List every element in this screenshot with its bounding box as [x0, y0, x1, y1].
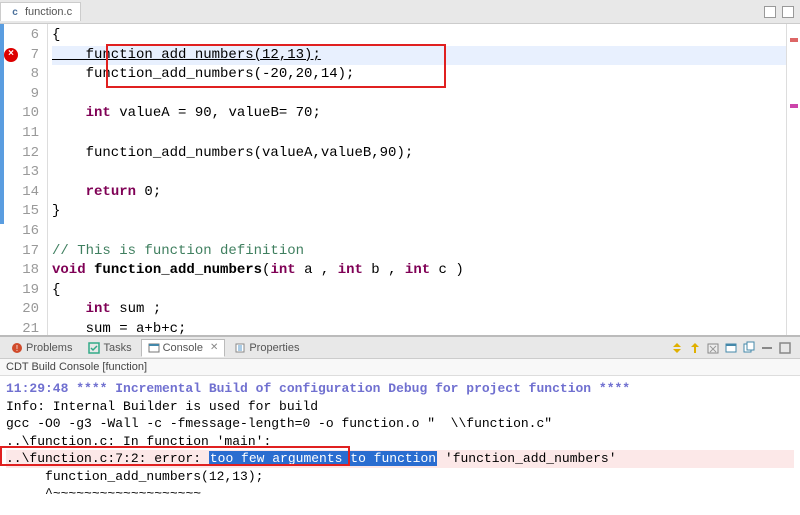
line-number: 6	[22, 26, 39, 46]
console-title: CDT Build Console [function]	[0, 359, 800, 376]
code-line[interactable]: int sum ;	[52, 300, 796, 320]
line-number: 12	[22, 144, 39, 164]
error-selection: too few arguments to function	[209, 451, 437, 466]
editor-toolbar	[764, 6, 794, 18]
overview-marker[interactable]	[790, 104, 798, 108]
properties-icon	[234, 342, 246, 354]
code-line[interactable]	[52, 222, 796, 242]
c-file-icon: c	[9, 6, 21, 18]
minimize-panel-icon[interactable]	[760, 341, 774, 355]
code-line[interactable]: }	[52, 202, 796, 222]
console-icon	[148, 342, 160, 354]
code-line[interactable]: function_add_numbers(-20,20,14);	[52, 65, 796, 85]
tab-label: Console	[163, 342, 203, 354]
console-line-header: 11:29:48 **** Incremental Build of confi…	[6, 380, 794, 398]
tab-label: Properties	[249, 342, 299, 354]
minimize-icon[interactable]	[764, 6, 776, 18]
line-number: 21	[22, 320, 39, 335]
console-line: Info: Internal Builder is used for build	[6, 398, 794, 416]
bottom-tab-bar: ! Problems Tasks Console ✕ Properties	[0, 337, 800, 359]
console-line: gcc -O0 -g3 -Wall -c -fmessage-length=0 …	[6, 415, 794, 433]
code-line[interactable]: {	[52, 26, 796, 46]
code-line[interactable]	[52, 85, 796, 105]
tab-label: Tasks	[103, 342, 131, 354]
tab-problems[interactable]: ! Problems	[4, 339, 79, 357]
line-number: 11	[22, 124, 39, 144]
open-console-icon[interactable]	[724, 341, 738, 355]
line-number: 9	[22, 85, 39, 105]
bottom-panel: ! Problems Tasks Console ✕ Properties	[0, 335, 800, 515]
code-line[interactable]: function_add_numbers(12,13);	[52, 46, 796, 66]
code-line[interactable]: return 0;	[52, 183, 796, 203]
scroll-lock-icon[interactable]	[670, 341, 684, 355]
editor-tab-bar: c function.c	[0, 0, 800, 24]
line-number: 16	[22, 222, 39, 242]
code-line[interactable]: int valueA = 90, valueB= 70;	[52, 104, 796, 124]
tab-label: Problems	[26, 342, 72, 354]
code-line[interactable]: {	[52, 281, 796, 301]
tasks-icon	[88, 342, 100, 354]
maximize-icon[interactable]	[782, 6, 794, 18]
console-error-line: ..\function.c:7:2: error: too few argume…	[6, 450, 794, 468]
code-content[interactable]: { function_add_numbers(12,13); function_…	[48, 24, 800, 335]
code-line[interactable]: function_add_numbers(valueA,valueB,90);	[52, 144, 796, 164]
console-line: ^~~~~~~~~~~~~~~~~~~~	[6, 485, 794, 503]
display-selected-icon[interactable]	[742, 341, 756, 355]
line-number: 7	[22, 46, 39, 66]
console-output[interactable]: 11:29:48 **** Incremental Build of confi…	[0, 376, 800, 515]
line-number: 19	[22, 281, 39, 301]
tab-properties[interactable]: Properties	[227, 339, 306, 357]
line-number: 8	[22, 65, 39, 85]
console-line: function_add_numbers(12,13);	[6, 468, 794, 486]
console-line: ..\function.c: In function 'main':	[6, 433, 794, 451]
line-number-gutter: 6789101112131415161718192021	[18, 24, 48, 335]
line-number: 13	[22, 163, 39, 183]
code-line[interactable]: // This is function definition	[52, 242, 796, 262]
code-line[interactable]: sum = a+b+c;	[52, 320, 796, 335]
line-number: 14	[22, 183, 39, 203]
close-icon[interactable]: ✕	[210, 342, 218, 353]
code-line[interactable]: void function_add_numbers(int a , int b …	[52, 261, 796, 281]
line-number: 18	[22, 261, 39, 281]
code-line[interactable]	[52, 124, 796, 144]
code-editor[interactable]: 6789101112131415161718192021 { function_…	[0, 24, 800, 335]
code-line[interactable]	[52, 163, 796, 183]
maximize-panel-icon[interactable]	[778, 341, 792, 355]
console-toolbar	[670, 341, 792, 355]
line-number: 20	[22, 300, 39, 320]
clear-console-icon[interactable]	[706, 341, 720, 355]
tab-tasks[interactable]: Tasks	[81, 339, 138, 357]
tab-console[interactable]: Console ✕	[141, 339, 226, 357]
error-marker-icon[interactable]	[4, 48, 18, 62]
editor-tab-label: function.c	[25, 6, 72, 18]
editor-tab-function-c[interactable]: c function.c	[0, 2, 81, 21]
line-number: 15	[22, 202, 39, 222]
line-number: 17	[22, 242, 39, 262]
overview-ruler[interactable]	[786, 24, 800, 335]
overview-error-marker[interactable]	[790, 38, 798, 42]
problems-icon: !	[11, 342, 23, 354]
line-number: 10	[22, 104, 39, 124]
pin-icon[interactable]	[688, 341, 702, 355]
svg-text:!: !	[16, 344, 18, 353]
